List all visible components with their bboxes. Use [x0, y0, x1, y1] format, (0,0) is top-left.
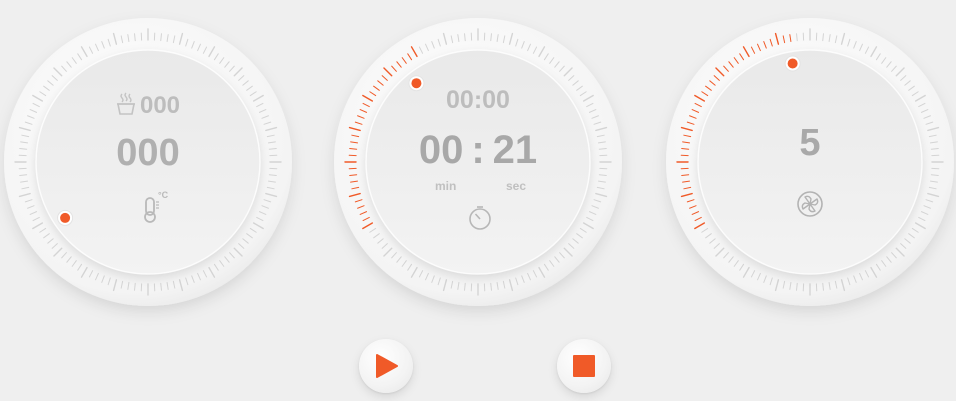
stop-button[interactable]: [557, 339, 611, 393]
time-separator: :: [471, 128, 485, 172]
temperature-unit: °C: [158, 190, 169, 200]
minutes-label: min: [435, 179, 457, 193]
play-button[interactable]: [359, 339, 413, 393]
thermometer-icon: °C: [138, 190, 174, 231]
steaming-cup-icon: [116, 92, 136, 123]
timer-icon: [468, 205, 492, 236]
set-time: 00:00: [446, 86, 510, 114]
stop-icon: [573, 355, 595, 377]
temperature-dial[interactable]: 000 000 °C: [0, 14, 296, 310]
weight-readout: 000: [0, 92, 296, 123]
timer-dial[interactable]: 00:00 00:21 min sec: [330, 14, 626, 310]
weight-value: 000: [139, 92, 181, 119]
temperature-value: 000: [116, 132, 180, 174]
seconds-label: sec: [506, 179, 527, 193]
cooking-control-panel: 000 000 °C 00:00 00:21 min sec 5: [0, 0, 956, 401]
fan-blade-icon: [796, 190, 824, 223]
play-icon: [376, 354, 398, 378]
seconds-value: 21: [492, 128, 538, 172]
minutes-value: 00: [418, 128, 464, 172]
speed-value: 5: [799, 122, 821, 164]
speed-dial[interactable]: 5: [662, 14, 956, 310]
current-time: 00:21: [330, 128, 626, 173]
